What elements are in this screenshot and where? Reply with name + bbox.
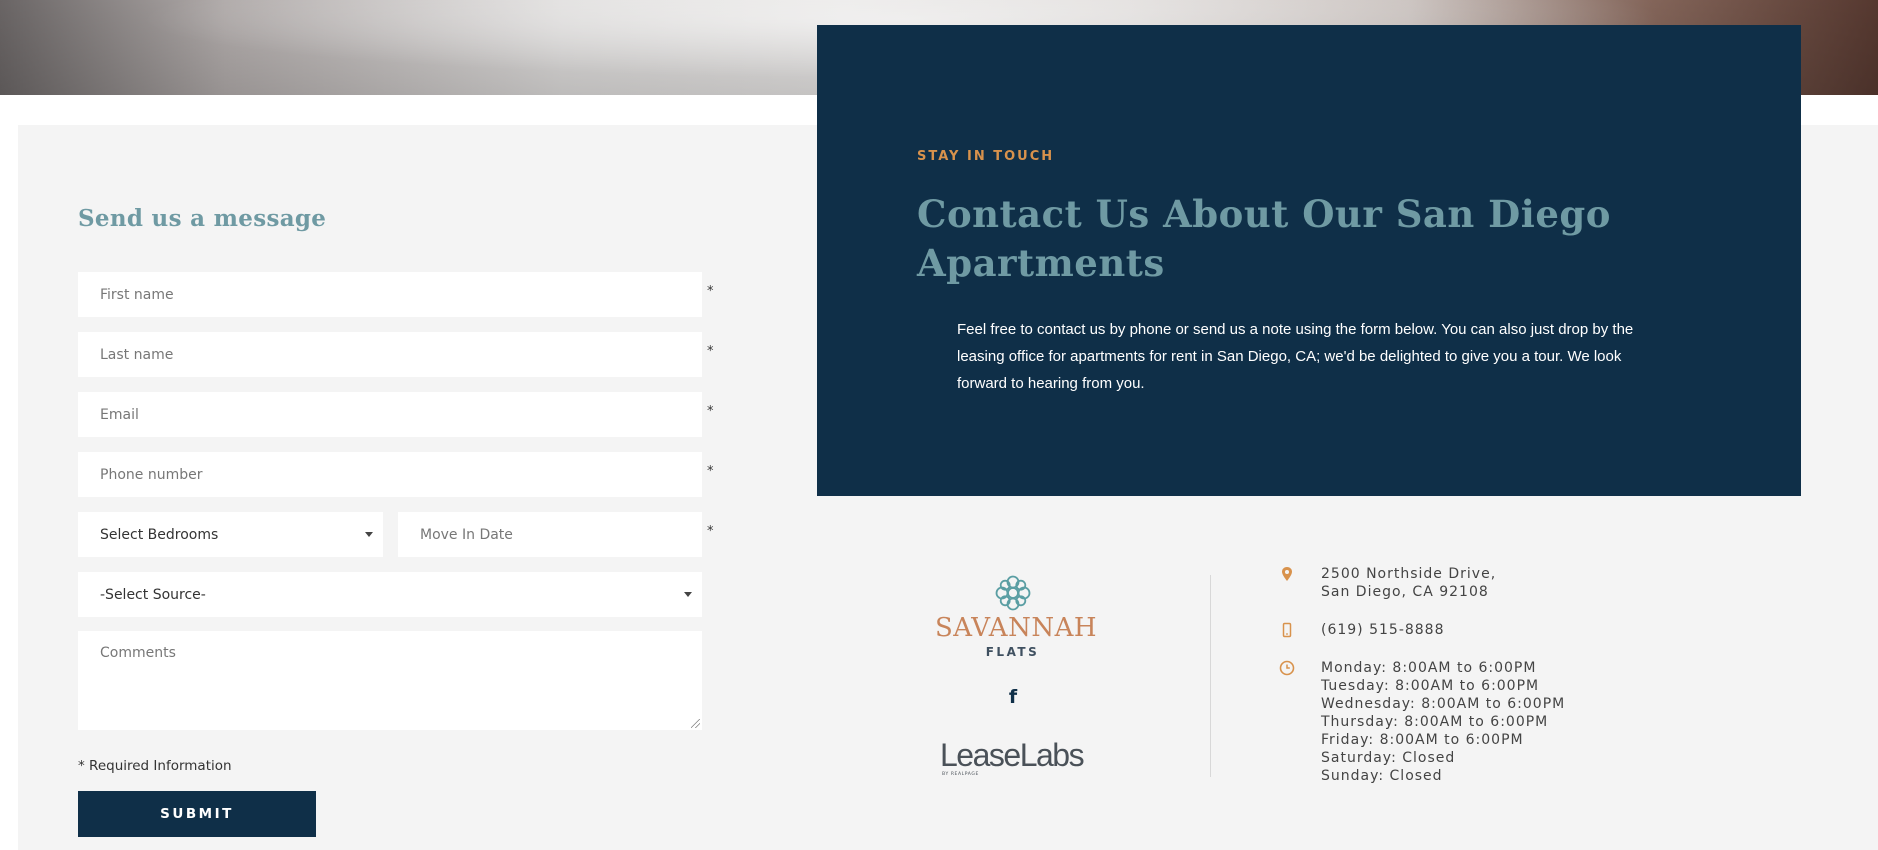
mobile-phone-icon <box>1282 622 1292 638</box>
form-title: Send us a message <box>78 205 327 232</box>
address-line-1: 2500 Northside Drive, <box>1321 566 1497 582</box>
source-select-value: -Select Source- <box>100 586 206 603</box>
chevron-down-icon <box>365 532 373 537</box>
hours-line: Wednesday: 8:00AM to 6:00PM <box>1321 696 1566 712</box>
resize-handle-icon[interactable] <box>691 719 700 728</box>
required-marker: * <box>707 344 714 359</box>
hours-line: Monday: 8:00AM to 6:00PM <box>1321 660 1537 676</box>
submit-button[interactable]: SUBMIT <box>78 791 316 837</box>
address[interactable]: 2500 Northside Drive, San Diego, CA 9210… <box>1321 565 1496 601</box>
required-info-note: * Required Information <box>78 758 232 774</box>
hours-line: Saturday: Closed <box>1321 750 1456 766</box>
bedrooms-select-value: Select Bedrooms <box>100 526 219 543</box>
source-select[interactable]: -Select Source- <box>78 572 702 617</box>
hours-line: Thursday: 8:00AM to 6:00PM <box>1321 714 1549 730</box>
facebook-icon[interactable]: f <box>1004 686 1022 708</box>
chevron-down-icon <box>684 592 692 597</box>
medallion-logo-icon <box>995 575 1031 611</box>
logo-subtitle: FLATS <box>985 645 1040 659</box>
eyebrow-label: STAY IN TOUCH <box>917 149 1055 164</box>
phone-field[interactable]: Phone number <box>78 452 702 497</box>
email-field[interactable]: Email <box>78 392 702 437</box>
page-title: Contact Us About Our San Diego Apartment… <box>917 192 1611 285</box>
phone-link[interactable]: (619) 515-8888 <box>1321 621 1445 639</box>
comments-textarea[interactable]: Comments <box>78 631 702 730</box>
required-marker: * <box>707 524 714 539</box>
comments-placeholder: Comments <box>100 645 176 661</box>
contact-description: Feel free to contact us by phone or send… <box>957 321 1634 392</box>
hours-line: Sunday: Closed <box>1321 768 1443 784</box>
bedrooms-select[interactable]: Select Bedrooms <box>78 512 383 557</box>
required-marker: * <box>707 404 714 419</box>
leaselabs-name: LeaseLabs <box>940 737 1085 773</box>
vertical-divider <box>1210 575 1211 777</box>
required-marker: * <box>707 464 714 479</box>
move-in-date-field[interactable]: Move In Date <box>398 512 702 557</box>
leaselabs-logo[interactable]: LeaseLabs BY REALPAGE <box>940 737 1085 777</box>
logo-name: SAVANNAH <box>935 613 1098 643</box>
map-pin-icon <box>1282 567 1292 581</box>
last-name-field[interactable]: Last name <box>78 332 702 377</box>
hours-line: Tuesday: 8:00AM to 6:00PM <box>1321 678 1540 694</box>
hours-line: Friday: 8:00AM to 6:00PM <box>1321 732 1524 748</box>
first-name-field[interactable]: First name <box>78 272 702 317</box>
required-marker: * <box>707 284 714 299</box>
clock-icon <box>1279 660 1295 676</box>
office-hours: Monday: 8:00AM to 6:00PM Tuesday: 8:00AM… <box>1321 659 1565 785</box>
address-line-2: San Diego, CA 92108 <box>1321 584 1489 600</box>
